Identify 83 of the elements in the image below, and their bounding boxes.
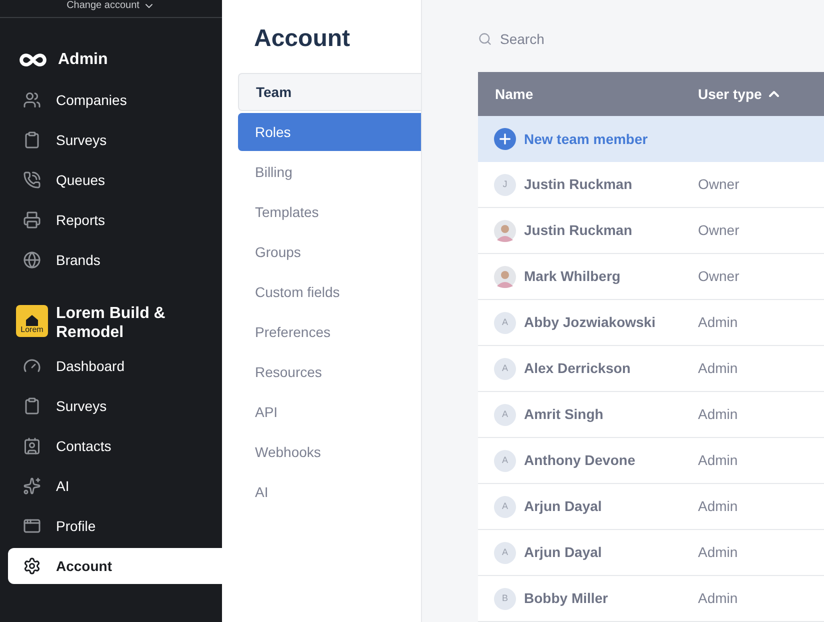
- table-row[interactable]: A Amrit Singh Admin: [478, 392, 824, 438]
- member-name: Mark Whilberg: [524, 267, 620, 286]
- member-name: Alex Derrickson: [524, 359, 631, 378]
- section-title: Lorem Build & Remodel: [56, 304, 166, 342]
- subnav-item[interactable]: Custom fields: [238, 273, 421, 311]
- user-type: Admin: [698, 313, 738, 332]
- subnav-item[interactable]: AI: [238, 473, 421, 511]
- gauge-icon: [23, 357, 41, 375]
- people-icon: [23, 437, 41, 455]
- new-team-member-button[interactable]: New team member: [478, 116, 824, 162]
- subnav-item[interactable]: Templates: [238, 193, 421, 231]
- sidebar-item[interactable]: Contacts: [8, 428, 222, 464]
- sidebar-item[interactable]: Account: [8, 548, 222, 584]
- sidebar-item[interactable]: AI: [8, 468, 222, 504]
- page-title: Account: [254, 24, 351, 54]
- sidebar-item[interactable]: Queues: [8, 162, 222, 198]
- table-row[interactable]: B Bobby Miller Admin: [478, 576, 824, 622]
- subnav-item[interactable]: Webhooks: [238, 433, 421, 471]
- search-field[interactable]: Search: [500, 28, 700, 50]
- user-type: Admin: [698, 405, 738, 424]
- user-type: Owner: [698, 267, 740, 286]
- member-name: Bobby Miller: [524, 589, 608, 608]
- subnav-item[interactable]: Preferences: [238, 313, 421, 351]
- member-name: Abby Jozwiakowski: [524, 313, 656, 332]
- subnav-item[interactable]: Groups: [238, 233, 421, 271]
- member-name: Justin Ruckman: [524, 221, 632, 240]
- clipboard-icon: [23, 131, 41, 149]
- user-type: Admin: [698, 359, 738, 378]
- subnav-item[interactable]: Roles: [238, 113, 421, 151]
- house-icon: [25, 314, 39, 326]
- avatar: B: [494, 588, 516, 610]
- globe-icon: [23, 251, 41, 269]
- subnav-item[interactable]: Billing: [238, 153, 421, 191]
- sidebar-item[interactable]: Companies: [8, 82, 222, 118]
- subnav-item[interactable]: Resources: [238, 353, 421, 391]
- plus-icon: [494, 128, 516, 150]
- subnav-item[interactable]: API: [238, 393, 421, 431]
- member-name: Amrit Singh: [524, 405, 604, 424]
- avatar: A: [494, 542, 516, 564]
- member-name: Justin Ruckman: [524, 175, 632, 194]
- settings-icon: [23, 557, 41, 575]
- printer-icon: [23, 211, 41, 229]
- sparkle-icon: [23, 477, 41, 495]
- sidebar-item[interactable]: Dashboard: [8, 348, 222, 384]
- avatar: A: [494, 404, 516, 426]
- sidebar-item[interactable]: Surveys: [8, 388, 222, 424]
- table-row[interactable]: A Abby Jozwiakowski Admin: [478, 300, 824, 346]
- sidebar-item[interactable]: Reports: [8, 202, 222, 238]
- search-icon: [478, 32, 492, 46]
- avatar: A: [494, 312, 516, 334]
- column-header[interactable]: Name: [478, 84, 698, 104]
- table-row[interactable]: A Arjun Dayal Admin: [478, 530, 824, 576]
- clipboard-icon: [23, 397, 41, 415]
- user-type: Admin: [698, 589, 738, 608]
- user-type: Owner: [698, 175, 740, 194]
- avatar: A: [494, 450, 516, 472]
- member-name: Arjun Dayal: [524, 543, 602, 562]
- member-name: Arjun Dayal: [524, 497, 602, 516]
- table-row[interactable]: A Anthony Devone Admin: [478, 438, 824, 484]
- table-row[interactable]: J Justin Ruckman Owner: [478, 162, 824, 208]
- section-title: Admin: [58, 50, 108, 70]
- window-icon: [23, 517, 41, 535]
- change-account-button[interactable]: Change account: [66, 0, 156, 17]
- logo-text: Lorem: [20, 326, 44, 334]
- avatar: A: [494, 358, 516, 380]
- sidebar-item[interactable]: Surveys: [8, 122, 222, 158]
- phone-icon: [23, 171, 41, 189]
- table-row[interactable]: A Alex Derrickson Admin: [478, 346, 824, 392]
- companies-icon: [23, 91, 41, 109]
- column-header[interactable]: User type: [698, 84, 782, 104]
- user-type: Admin: [698, 497, 738, 516]
- table-row[interactable]: A Arjun Dayal Admin: [478, 484, 824, 530]
- subnav-item[interactable]: Team: [238, 73, 421, 111]
- sidebar-item[interactable]: Brands: [8, 242, 222, 278]
- table-row[interactable]: Justin Ruckman Owner: [478, 208, 824, 254]
- user-type: Owner: [698, 221, 740, 240]
- user-type: Admin: [698, 543, 738, 562]
- avatar: J: [494, 174, 516, 196]
- table-row[interactable]: Mark Whilberg Owner: [478, 254, 824, 300]
- user-type: Admin: [698, 451, 738, 470]
- member-name: Anthony Devone: [524, 451, 636, 470]
- avatar: A: [494, 496, 516, 518]
- sidebar-item[interactable]: Profile: [8, 508, 222, 544]
